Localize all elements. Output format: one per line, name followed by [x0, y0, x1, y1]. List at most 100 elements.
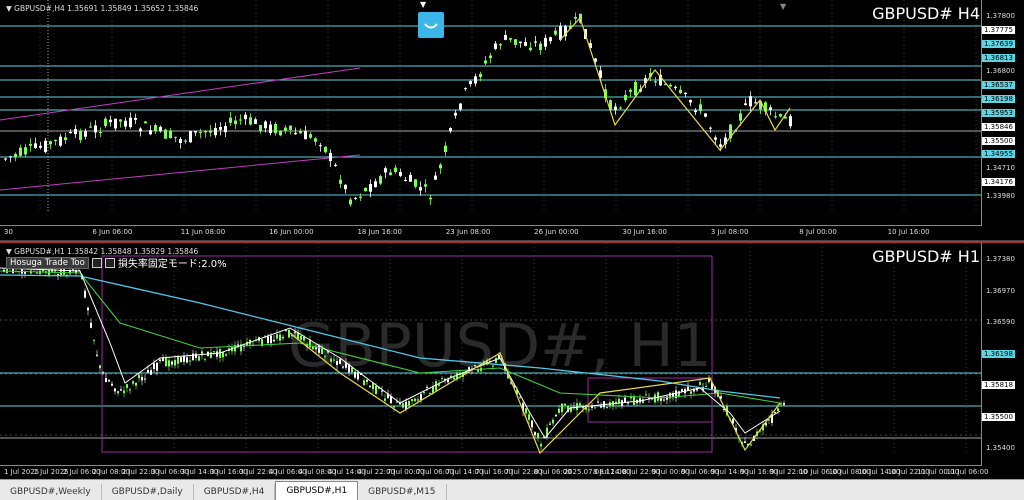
h4-symbol-label: GBPUSD# H4	[872, 4, 980, 23]
candle-body	[774, 116, 777, 118]
candle-body	[384, 168, 387, 173]
candle-body	[744, 103, 747, 105]
candle-body	[319, 145, 322, 147]
h1-chart-window[interactable]: GBPUSD#, H1 ▼ GBPUSD#,H1 1.35842 1.35848…	[0, 241, 1024, 480]
h4-price-axis[interactable]: 1.37800 1.37775 1.37639 1.36813 1.36800 1.365…	[981, 0, 1024, 240]
candle-body	[351, 367, 353, 373]
candle-body	[29, 144, 32, 146]
candle-body	[94, 125, 97, 133]
candle-body	[276, 334, 278, 339]
candle-body	[269, 124, 272, 133]
candle-body	[9, 156, 12, 158]
candle-body	[229, 117, 232, 123]
candle-body	[249, 117, 252, 125]
candle-body	[524, 42, 527, 46]
price-label: 1.35500	[982, 136, 1015, 145]
candle-body	[453, 377, 455, 380]
h4-time-axis[interactable]: 30 6 Jun 06:00 11 Jun 08:00 16 Jun 00:00 18 …	[0, 225, 982, 240]
candle-body	[119, 119, 122, 122]
candle-body	[84, 131, 87, 137]
candle-body	[514, 39, 517, 45]
candle-body	[195, 353, 197, 358]
zigzag-line	[559, 16, 791, 151]
candle-body	[774, 412, 776, 414]
candle-body	[102, 372, 104, 374]
h4-ohlc-info: ▼ GBPUSD#,H4 1.35691 1.35849 1.35652 1.3…	[6, 4, 199, 13]
candle-body	[564, 403, 566, 406]
candle-body	[192, 353, 194, 361]
h1-price-plot[interactable]	[0, 243, 982, 466]
candle-body	[704, 113, 707, 117]
tab-gbpusd-m15[interactable]: GBPUSD#,M15	[358, 484, 447, 500]
scroll-marker-icon[interactable]: ▼	[780, 2, 786, 11]
price-label: 1.35818	[982, 381, 1015, 389]
candle-body	[179, 138, 182, 144]
candle-body	[294, 132, 297, 135]
h4-price-plot[interactable]	[0, 0, 982, 226]
candle-body	[34, 143, 37, 148]
tab-gbpusd-weekly[interactable]: GBPUSD#,Weekly	[0, 484, 102, 500]
tab-gbpusd-h4[interactable]: GBPUSD#,H4	[194, 484, 276, 500]
price-label: 1.35846	[982, 122, 1015, 131]
trade-tool-panel[interactable]: Hosuga Trade Too 損失率固定モード:2.0%	[6, 256, 227, 270]
tool-close-button[interactable]	[104, 257, 115, 268]
candle-body	[709, 127, 712, 129]
candle-body	[389, 172, 392, 176]
candle-body	[539, 43, 542, 51]
candle-body	[105, 378, 107, 383]
candle-body	[749, 96, 752, 107]
candle-body	[354, 197, 357, 199]
candle-body	[254, 119, 257, 124]
candle-body	[213, 351, 215, 353]
candle-body	[156, 362, 158, 371]
candle-body	[540, 443, 542, 447]
candle-body	[39, 145, 42, 148]
candle-body	[87, 307, 89, 311]
trade-tool-title[interactable]: Hosuga Trade Too	[6, 256, 89, 269]
tab-gbpusd-daily[interactable]: GBPUSD#,Daily	[102, 484, 194, 500]
candle-body	[354, 371, 356, 378]
candle-body	[284, 127, 287, 131]
candle-body	[114, 388, 116, 392]
candle-body	[216, 351, 218, 357]
price-label: 1.35400	[986, 444, 1015, 452]
candle-body	[549, 37, 552, 42]
candle-body	[374, 181, 377, 188]
candle-body	[333, 359, 335, 361]
candle-body	[474, 365, 476, 367]
h1-price-axis[interactable]: 1.37380 1.36970 1.36590 1.36198 1.35818 1.355…	[981, 243, 1024, 480]
candle-body	[439, 164, 442, 169]
candle-body	[525, 408, 527, 414]
candle-body	[424, 184, 427, 187]
candle-body	[214, 128, 217, 136]
chevron-down-icon[interactable]: ▼	[420, 0, 434, 9]
candle-body	[336, 361, 338, 365]
candle-body	[469, 81, 472, 85]
candle-body	[330, 358, 332, 362]
candle-body	[531, 420, 533, 428]
time-label: 6 Jun 06:00	[92, 228, 133, 236]
h4-chart-window[interactable]: ▼ GBPUSD#,H4 1.35691 1.35849 1.35652 1.3…	[0, 0, 1024, 241]
candle-body	[624, 94, 627, 101]
tool-minimize-button[interactable]	[91, 257, 102, 268]
candle-body	[141, 377, 143, 381]
candle-body	[164, 129, 167, 139]
candle-body	[459, 103, 462, 110]
smile-logo-icon[interactable]	[418, 12, 444, 38]
candle-body	[19, 147, 22, 156]
candle-body	[411, 399, 413, 402]
candle-body	[198, 356, 200, 361]
candle-body	[111, 383, 113, 386]
candle-body	[114, 118, 117, 129]
tab-gbpusd-h1[interactable]: GBPUSD#,H1	[275, 481, 359, 500]
candle-body	[99, 365, 101, 369]
candle-body	[359, 196, 362, 198]
candle-body	[357, 372, 359, 380]
h1-time-axis[interactable]: 1 Jul 2025 1 Jul 2025 2 Jul 06:00 2 Jul 08:…	[0, 465, 989, 480]
candle-body	[499, 44, 502, 46]
candle-body	[300, 335, 302, 340]
candle-body	[129, 117, 132, 128]
candle-body	[184, 140, 187, 142]
candle-body	[576, 403, 578, 410]
candle-body	[222, 352, 224, 358]
